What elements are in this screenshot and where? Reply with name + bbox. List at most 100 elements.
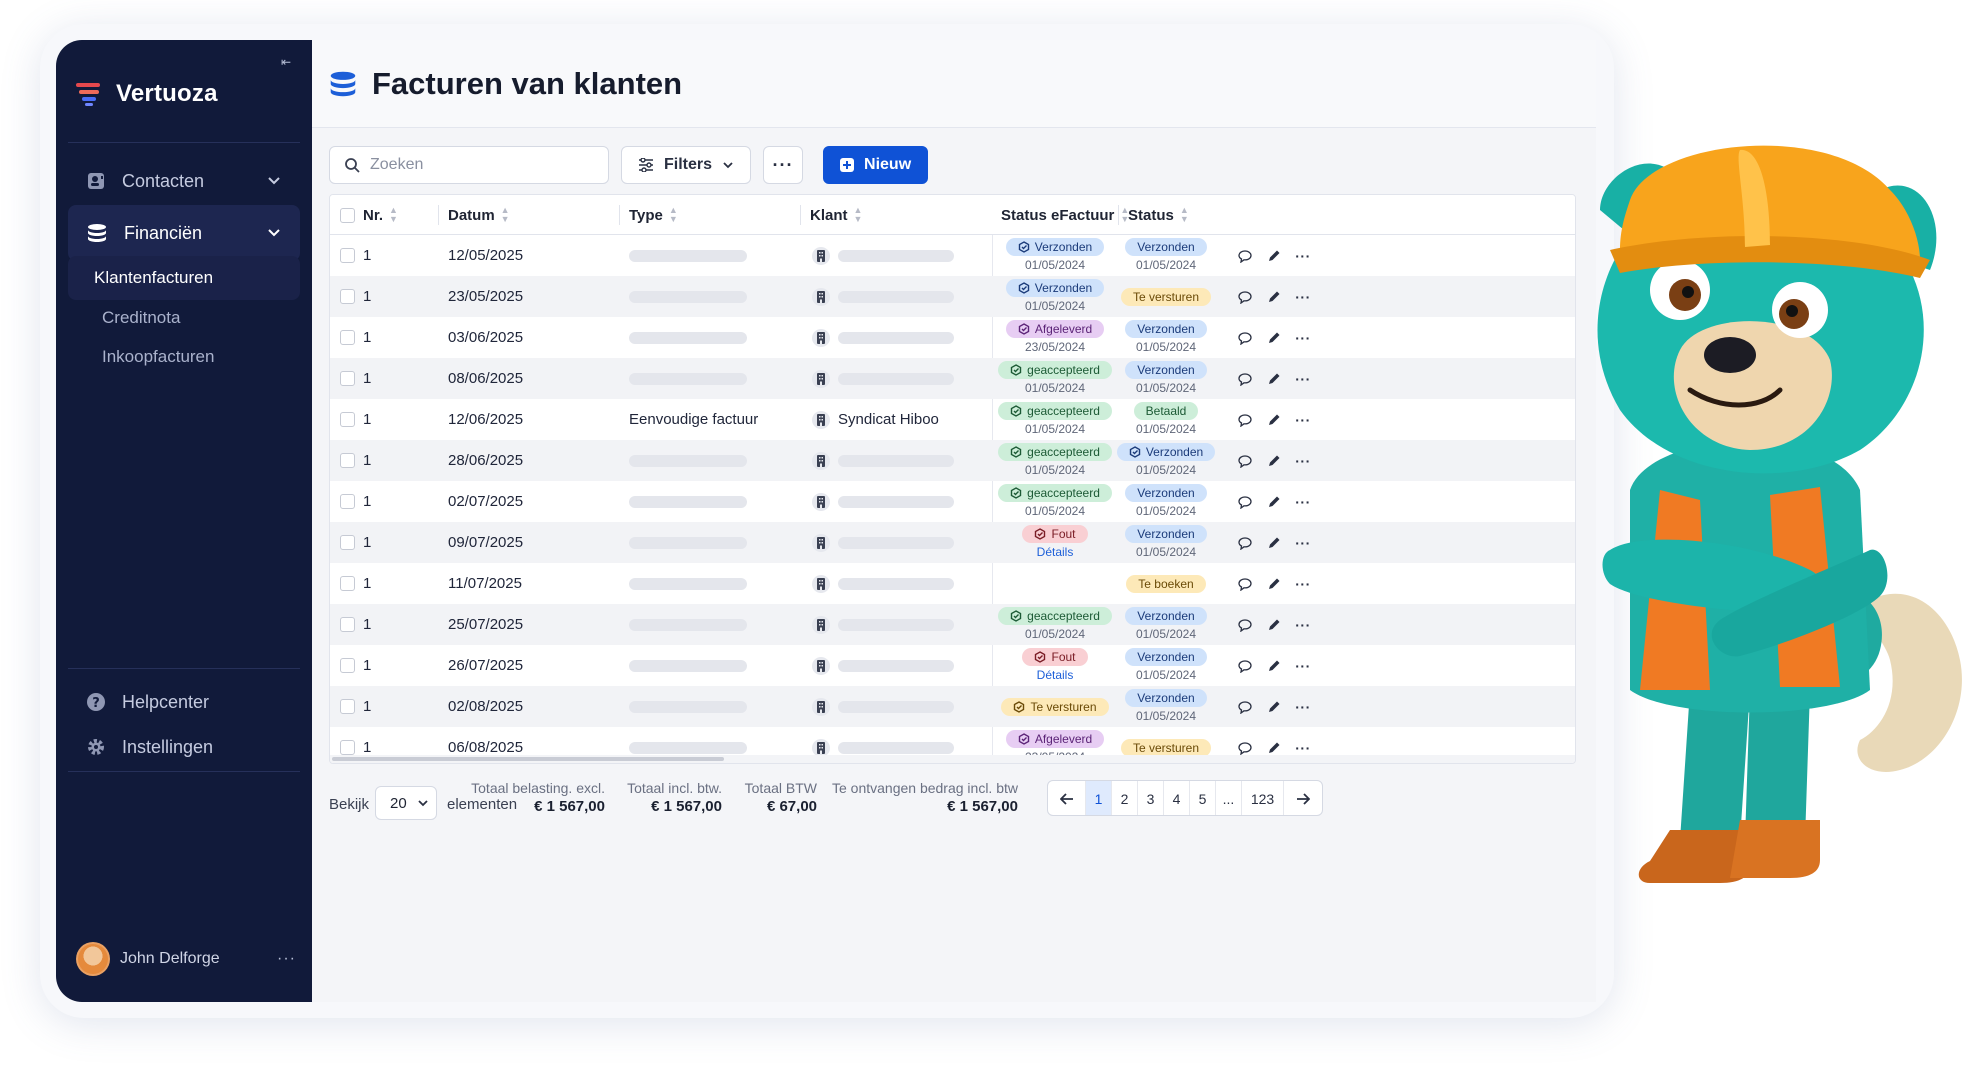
- status-badge[interactable]: Verzonden: [1125, 607, 1207, 625]
- row-checkbox[interactable]: [340, 522, 355, 563]
- comment-button[interactable]: [1236, 493, 1254, 511]
- checkbox[interactable]: [340, 412, 355, 427]
- row-checkbox[interactable]: [340, 276, 355, 317]
- sidebar-subitem-inkoopfacturen[interactable]: Inkoopfacturen: [68, 335, 300, 379]
- row-checkbox[interactable]: [340, 686, 355, 727]
- checkbox[interactable]: [340, 740, 355, 755]
- comment-button[interactable]: [1236, 411, 1254, 429]
- edit-button[interactable]: [1265, 288, 1283, 306]
- sidebar-item-financien[interactable]: Financiën: [68, 205, 300, 261]
- row-more-button[interactable]: ···: [1294, 411, 1312, 429]
- collapse-sidebar-icon[interactable]: ⇤: [278, 54, 294, 70]
- comment-button[interactable]: [1236, 575, 1254, 593]
- row-checkbox[interactable]: [340, 235, 355, 276]
- edit-button[interactable]: [1265, 247, 1283, 265]
- new-invoice-button[interactable]: Nieuw: [823, 146, 929, 184]
- select-all-checkbox[interactable]: [340, 195, 355, 235]
- checkbox[interactable]: [340, 371, 355, 386]
- comment-button[interactable]: [1236, 616, 1254, 634]
- row-checkbox[interactable]: [340, 399, 355, 440]
- previous-page-button[interactable]: [1048, 781, 1086, 815]
- row-more-button[interactable]: ···: [1294, 288, 1312, 306]
- status-badge[interactable]: Verzonden: [1125, 648, 1207, 666]
- checkbox[interactable]: [340, 494, 355, 509]
- table-row[interactable]: 1 02/07/2025 geaccepteerd 01/05/2024 Verzond…: [330, 481, 1575, 522]
- page-button-last[interactable]: 123: [1242, 781, 1284, 815]
- table-row[interactable]: 1 12/06/2025 Eenvoudige factuur Syndicat Hi…: [330, 399, 1575, 440]
- edit-button[interactable]: [1265, 657, 1283, 675]
- edit-button[interactable]: [1265, 698, 1283, 716]
- horizontal-scrollbar[interactable]: [330, 755, 1575, 763]
- table-row[interactable]: 1 28/06/2025 geaccepteerd 01/05/2024 Verzond…: [330, 440, 1575, 481]
- status-badge[interactable]: Betaald: [1133, 402, 1199, 420]
- checkbox[interactable]: [340, 330, 355, 345]
- more-icon[interactable]: ···: [277, 950, 296, 968]
- efactuur-status-badge[interactable]: Verzonden: [1005, 279, 1105, 297]
- scrollbar-thumb[interactable]: [332, 757, 724, 761]
- comment-button[interactable]: [1236, 288, 1254, 306]
- next-page-button[interactable]: [1284, 781, 1322, 815]
- row-more-button[interactable]: ···: [1294, 452, 1312, 470]
- table-row[interactable]: 1 12/05/2025 Verzonden 01/05/2024 Verzonden 0…: [330, 235, 1575, 276]
- table-row[interactable]: 1 25/07/2025 geaccepteerd 01/05/2024 Verzond…: [330, 604, 1575, 645]
- row-checkbox[interactable]: [340, 563, 355, 604]
- efactuur-status-badge[interactable]: Verzonden: [1005, 238, 1105, 256]
- efactuur-status-badge[interactable]: geaccepteerd: [998, 361, 1112, 379]
- row-more-button[interactable]: ···: [1294, 370, 1312, 388]
- table-row[interactable]: 1 03/06/2025 Afgeleverd 23/05/2024 Verzonden…: [330, 317, 1575, 358]
- checkbox[interactable]: [340, 453, 355, 468]
- search-input[interactable]: [370, 156, 590, 174]
- edit-button[interactable]: [1265, 329, 1283, 347]
- table-row[interactable]: 1 02/08/2025 Te versturen Verzonden 01/05/20…: [330, 686, 1575, 727]
- table-row[interactable]: 1 11/07/2025 Te boeken ···: [330, 563, 1575, 604]
- table-row[interactable]: 1 08/06/2025 geaccepteerd 01/05/2024 Verzond…: [330, 358, 1575, 399]
- sidebar-item-instellingen[interactable]: Instellingen: [68, 719, 300, 775]
- status-badge[interactable]: Verzonden: [1125, 238, 1207, 256]
- efactuur-status-badge[interactable]: geaccepteerd: [998, 484, 1112, 502]
- page-button-1[interactable]: 1: [1086, 781, 1112, 815]
- sidebar-subitem-klantenfacturen[interactable]: Klantenfacturen: [68, 256, 300, 300]
- row-more-button[interactable]: ···: [1294, 247, 1312, 265]
- edit-button[interactable]: [1265, 575, 1283, 593]
- search-box[interactable]: [329, 146, 609, 184]
- comment-button[interactable]: [1236, 657, 1254, 675]
- column-header-nr[interactable]: Nr. ▲ ▼: [363, 195, 398, 235]
- comment-button[interactable]: [1236, 329, 1254, 347]
- efactuur-status-badge[interactable]: Fout: [1022, 648, 1088, 666]
- checkbox[interactable]: [340, 535, 355, 550]
- row-more-button[interactable]: ···: [1294, 698, 1312, 716]
- table-row[interactable]: 1 26/07/2025 Fout Détails Verzonden 01/05/202…: [330, 645, 1575, 686]
- user-menu[interactable]: John Delforge ···: [76, 942, 296, 976]
- efactuur-status-badge[interactable]: geaccepteerd: [998, 607, 1112, 625]
- status-badge[interactable]: Verzonden: [1125, 361, 1207, 379]
- status-badge[interactable]: Te boeken: [1126, 575, 1206, 593]
- page-button-5[interactable]: 5: [1190, 781, 1216, 815]
- page-button-3[interactable]: 3: [1138, 781, 1164, 815]
- status-badge[interactable]: Te versturen: [1120, 288, 1212, 306]
- efactuur-status-badge[interactable]: geaccepteerd: [998, 402, 1112, 420]
- column-header-status[interactable]: Status ▲ ▼: [1128, 195, 1189, 235]
- efactuur-status-badge[interactable]: Fout: [1022, 525, 1088, 543]
- row-checkbox[interactable]: [340, 440, 355, 481]
- efactuur-status-badge[interactable]: Afgeleverd: [1005, 730, 1105, 748]
- comment-button[interactable]: [1236, 247, 1254, 265]
- column-header-datum[interactable]: Datum ▲ ▼: [448, 195, 510, 235]
- page-button-4[interactable]: 4: [1164, 781, 1190, 815]
- sidebar-subitem-creditnota[interactable]: Creditnota: [68, 296, 300, 340]
- status-badge[interactable]: Verzonden: [1125, 320, 1207, 338]
- details-link[interactable]: Détails: [1037, 668, 1074, 682]
- row-more-button[interactable]: ···: [1294, 657, 1312, 675]
- edit-button[interactable]: [1265, 452, 1283, 470]
- brand[interactable]: Vertuoza: [76, 80, 218, 108]
- row-more-button[interactable]: ···: [1294, 493, 1312, 511]
- row-checkbox[interactable]: [340, 604, 355, 645]
- checkbox[interactable]: [340, 699, 355, 714]
- checkbox[interactable]: [340, 576, 355, 591]
- column-header-status-efactuur[interactable]: Status eFactuur ▲ ▼: [1001, 195, 1129, 235]
- edit-button[interactable]: [1265, 411, 1283, 429]
- edit-button[interactable]: [1265, 370, 1283, 388]
- table-row[interactable]: 1 23/05/2025 Verzonden 01/05/2024 Te verstur…: [330, 276, 1575, 317]
- checkbox[interactable]: [340, 248, 355, 263]
- efactuur-status-badge[interactable]: geaccepteerd: [998, 443, 1112, 461]
- comment-button[interactable]: [1236, 534, 1254, 552]
